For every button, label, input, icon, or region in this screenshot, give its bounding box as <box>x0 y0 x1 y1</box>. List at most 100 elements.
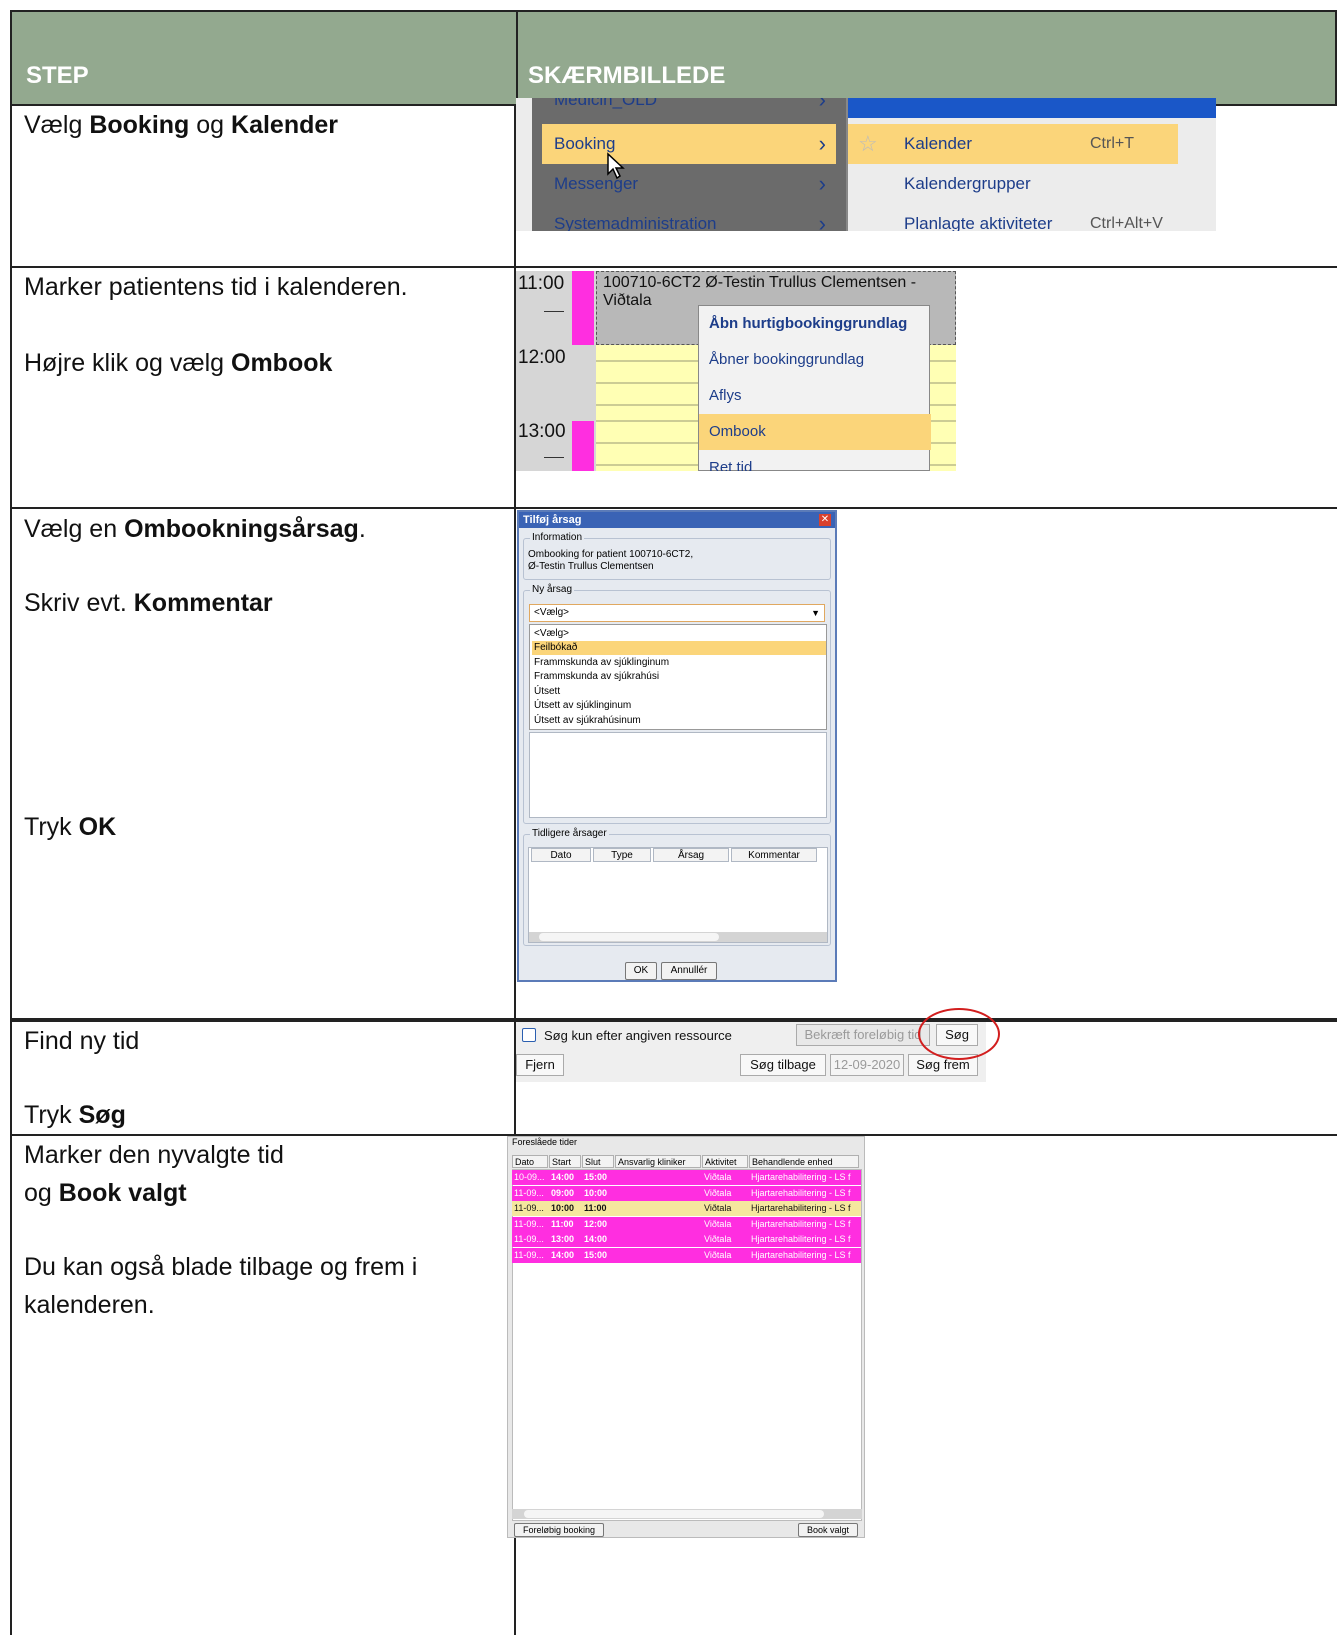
reason-dropdown-list: <Vælg> Feilbókað Frammskunda av sjúkling… <box>529 624 827 730</box>
table-cell: 10-09... <box>514 1172 545 1182</box>
ok-button[interactable]: OK <box>625 962 657 980</box>
table-cell: Hjartarehabilitering - LS f <box>751 1234 851 1244</box>
table-cell: 13:00 <box>551 1234 575 1244</box>
step-3-line-2: Skriv evt. Kommentar <box>24 589 273 617</box>
submenu-item-kalender[interactable]: ☆ Kalender Ctrl+T <box>848 124 1178 164</box>
column-header[interactable]: Behandlende enhed <box>749 1155 859 1168</box>
column-header[interactable]: Start <box>549 1155 581 1168</box>
cancel-button[interactable]: Annullér <box>661 962 717 980</box>
column-header-type[interactable]: Type <box>593 848 651 862</box>
submenu-item-kalendergrupper[interactable]: Kalendergrupper <box>848 164 1178 204</box>
table-cell: Hjartarehabilitering - LS f <box>751 1249 851 1260</box>
column-header-date[interactable]: Dato <box>531 848 591 862</box>
table-cell: 14:00 <box>551 1249 575 1260</box>
column-header[interactable]: Ansvarlig kliniker <box>615 1155 701 1168</box>
column-header-reason[interactable]: Årsag <box>653 848 729 862</box>
add-reason-dialog: Tilføj årsag ✕ Information Ombooking for… <box>517 510 837 982</box>
information-group: Information Ombooking for patient 100710… <box>523 532 831 580</box>
reason-option[interactable]: Frammskunda av sjúklinginum <box>532 656 826 670</box>
table-cell: 10:00 <box>551 1203 575 1213</box>
table-cell: Hjartarehabilitering - LS f <box>751 1187 851 1198</box>
checkbox-label: Søg kun efter angiven ressource <box>544 1028 732 1043</box>
table-row[interactable]: 11-09... 13:00 14:00 Viðtala Hjartarehabilit… <box>512 1232 861 1247</box>
table-cell: Hjartarehabilitering - LS f <box>751 1203 851 1213</box>
table-cell: 14:00 <box>584 1234 608 1244</box>
search-back-button[interactable]: Søg tilbage <box>740 1054 826 1076</box>
table-cell: 12:00 <box>584 1218 608 1229</box>
previous-reasons-group: Tidligere årsager Dato Type Årsag Kommen… <box>523 828 831 946</box>
table-header: STEP SKÆRMBILLEDE <box>10 10 1337 108</box>
dropdown-arrow-icon: ▼ <box>811 608 820 618</box>
table-cell: 11-09... <box>514 1218 544 1229</box>
reason-option[interactable]: Útsett <box>532 685 826 699</box>
table-cell: Viðtala <box>704 1249 732 1260</box>
resource-only-checkbox[interactable] <box>522 1028 536 1042</box>
table-row[interactable]: 11-09... 09:00 10:00 Viðtala Hjartarehabilit… <box>512 1185 861 1201</box>
comment-field[interactable] <box>529 732 827 818</box>
submenu-header-bar <box>848 98 1216 118</box>
table-row[interactable]: 10-09... 14:00 15:00 Viðtala Hjartarehabilit… <box>512 1170 861 1185</box>
column-header-comment[interactable]: Kommentar <box>731 848 817 862</box>
preliminary-booking-button[interactable]: Foreløbig booking <box>514 1523 604 1537</box>
horizontal-scrollbar[interactable] <box>512 1509 862 1519</box>
step-3-line-3: Tryk OK <box>24 813 117 841</box>
reason-option[interactable]: Útsett av sjúkrahúsinum <box>532 714 826 728</box>
reason-option[interactable]: <Vælg> <box>532 627 826 641</box>
table-row[interactable]: 11-09... 11:00 12:00 Viðtala Hjartarehabilit… <box>512 1216 861 1232</box>
table-cell: 09:00 <box>551 1187 575 1198</box>
time-label: 12:00 <box>518 347 566 368</box>
table-row[interactable]: 11-09... 14:00 15:00 Viðtala Hjartarehabilit… <box>512 1247 861 1263</box>
book-selected-button[interactable]: Book valgt <box>798 1523 858 1537</box>
close-icon[interactable]: ✕ <box>819 514 831 526</box>
reason-option[interactable]: Feilbókað <box>532 641 826 655</box>
horizontal-scrollbar[interactable] <box>529 932 827 942</box>
chevron-right-icon: › <box>818 171 826 196</box>
context-item-cancel[interactable]: Aflys <box>699 378 931 414</box>
reason-option[interactable]: Útsett av sjúklinginum <box>532 699 826 713</box>
column-header[interactable]: Slut <box>582 1155 614 1168</box>
confirm-preliminary-button[interactable]: Bekræft foreløbig tid <box>796 1024 930 1046</box>
table-cell: Viðtala <box>704 1187 732 1198</box>
context-item-open-booking[interactable]: Åbner bookinggrundlag <box>699 342 931 378</box>
table-cell: 11-09... <box>514 1187 544 1198</box>
appointment-marker <box>572 271 594 345</box>
table-cell: 11-09... <box>514 1234 544 1244</box>
star-icon[interactable]: ☆ <box>858 124 878 164</box>
step-5-line-4: kalenderen. <box>24 1291 155 1319</box>
reason-select[interactable]: <Vælg> ▼ <box>529 604 825 622</box>
step-4-line-1: Find ny tid <box>24 1027 140 1055</box>
table-cell: Viðtala <box>704 1203 732 1213</box>
context-item-rebook[interactable]: Ombook <box>699 414 931 450</box>
column-header[interactable]: Dato <box>512 1155 548 1168</box>
time-label: 11:00 <box>518 273 565 294</box>
step-5-line-3: Du kan også blade tilbage og frem i <box>24 1253 418 1281</box>
panel-title: Foreslåede tider <box>512 1137 578 1147</box>
menu-item-medicin[interactable]: Medicin_OLD › <box>542 98 836 120</box>
highlight-circle <box>918 1008 1000 1060</box>
column-header[interactable]: Aktivitet <box>702 1155 748 1168</box>
context-item-edit-time[interactable]: Ret tid <box>699 450 931 471</box>
reason-option[interactable]: Frammskunda av sjúkrahúsi <box>532 670 826 684</box>
table-cell: Viðtala <box>704 1172 732 1182</box>
row-separator-2 <box>10 507 1337 509</box>
table-cell: 11:00 <box>584 1203 607 1213</box>
menu-item-messenger[interactable]: Messenger › <box>542 164 836 204</box>
table-row[interactable]: 11-09... 10:00 11:00 Viðtala Hjartarehabilit… <box>512 1201 861 1216</box>
header-step: STEP <box>26 62 89 89</box>
menu-item-systemadministration[interactable]: Systemadministration › <box>542 204 836 231</box>
table-cell: 11:00 <box>551 1218 574 1229</box>
chevron-right-icon: › <box>818 98 826 112</box>
menu-item-booking[interactable]: Booking › <box>542 124 836 164</box>
table-cell: Hjartarehabilitering - LS f <box>751 1172 851 1182</box>
context-item-open-quick-booking[interactable]: Åbn hurtigbookinggrundlag <box>699 306 931 342</box>
context-menu: Åbn hurtigbookinggrundlag Åbner bookingg… <box>698 305 931 471</box>
submenu-item-planlagte-aktiviteter[interactable]: Planlagte aktiviteter Ctrl+Alt+V <box>848 204 1178 231</box>
table-cell: 10:00 <box>584 1187 608 1198</box>
table-cell: Viðtala <box>704 1218 732 1229</box>
step-4-line-2: Tryk Søg <box>24 1101 126 1129</box>
date-field[interactable]: 12-09-2020 <box>830 1054 904 1076</box>
remove-button[interactable]: Fjern <box>516 1054 564 1076</box>
step-5-line-2: og Book valgt <box>24 1179 187 1207</box>
header-divider <box>516 12 518 108</box>
step-2-line-2: Højre klik og vælg Ombook <box>24 349 333 377</box>
